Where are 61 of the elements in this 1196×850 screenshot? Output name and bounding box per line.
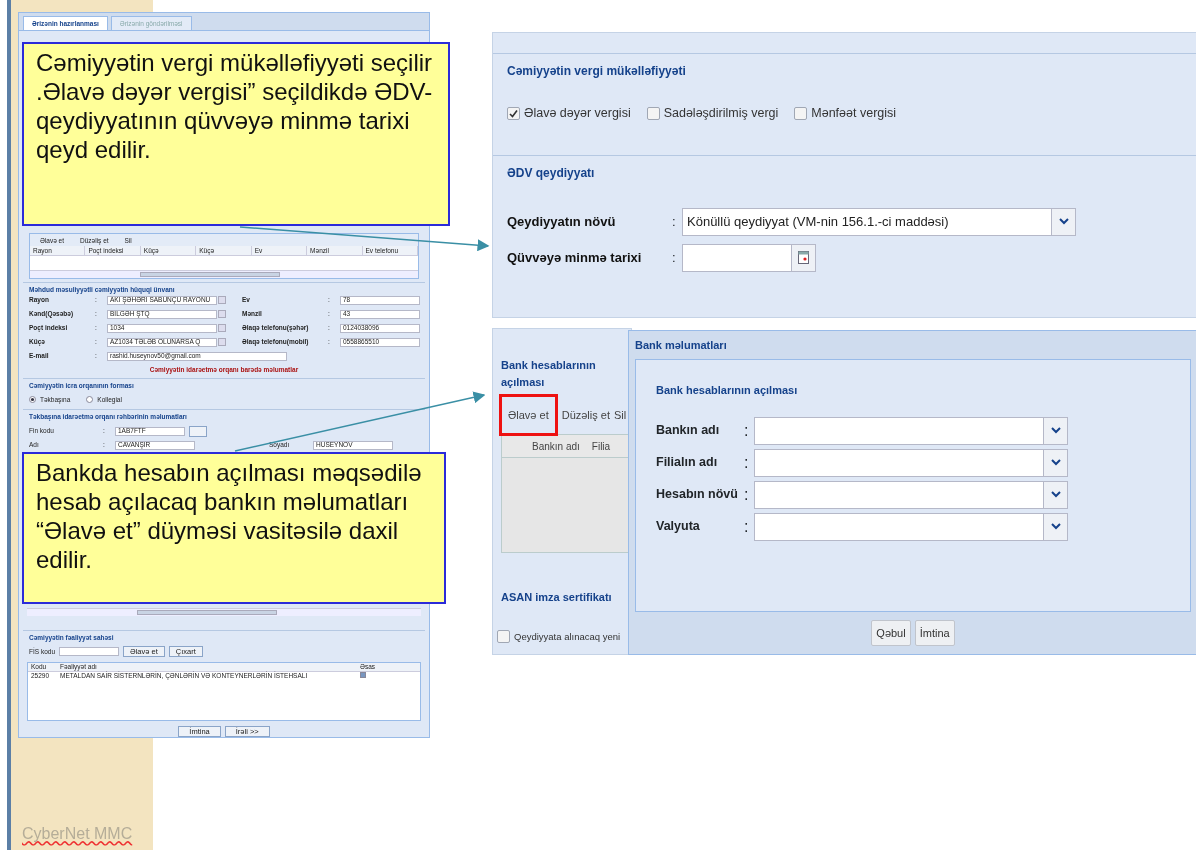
dropdown-field[interactable] (754, 448, 1044, 477)
checkbox-label: Əlavə dəyər vergisi (524, 105, 631, 122)
checkbox[interactable] (794, 106, 808, 120)
section-legend: ƏDV qeydiyyatı (507, 163, 1183, 182)
dropdown-trigger[interactable] (1044, 512, 1068, 541)
footer-text: CyberNet MMC (22, 824, 133, 844)
field-label: Filialın adı (656, 454, 719, 472)
scrollbar-thumb[interactable] (137, 610, 277, 616)
chevron-icon (1058, 218, 1069, 226)
callout-note: Bankda hesabın açılması məqsədilə hesab açılacaq bankın məlumatları “Əlavə et” düyməsi vasitəsilə daxil edilir. (22, 452, 446, 604)
chevron-icon (1050, 427, 1061, 434)
dropdown-trigger[interactable] (1044, 448, 1068, 477)
checkbox-label: Mənfəət vergisi (811, 105, 897, 122)
checkbox-label: Qeydiyyata alınacaq yeni (514, 629, 621, 644)
toolbar-button[interactable]: Düzəliş et (561, 406, 610, 424)
section-legend: Bank hesablarının açılması (656, 382, 1170, 399)
field-label: Bankın adı (656, 422, 721, 440)
colon-text: : (672, 213, 677, 231)
field-label: Qüvvəyə minmə tarixi (507, 249, 643, 267)
dropdown-trigger[interactable] (1052, 207, 1076, 236)
chevron-icon (1050, 491, 1061, 498)
section-legend: Bank hesablarının açılması (493, 357, 631, 390)
calendar-icon (798, 251, 809, 265)
field-label: Hesabın növü (656, 486, 739, 504)
radio-button[interactable] (86, 396, 94, 403)
colon-text: : (744, 484, 750, 505)
colon-text: : (744, 516, 750, 537)
section-legend: ASAN imza sertifikatı (493, 589, 631, 606)
callout-note: Cəmiyyətin vergi mükəlləfiyyəti seçilir .Əlavə dəyər vergisi” seçildikdə ƏDV-qeydiyyatının qüvvəyə minmə tarixi qeyd edilir. (22, 42, 450, 226)
chevron-icon (1050, 459, 1061, 466)
colon-text: : (744, 452, 750, 473)
input-field[interactable] (59, 647, 119, 657)
checkbox[interactable] (646, 106, 660, 120)
date-field[interactable] (682, 243, 792, 272)
radio-button[interactable] (29, 396, 36, 403)
dropdown-trigger[interactable] (1044, 480, 1068, 509)
column-header: Filia (591, 439, 611, 454)
dialog-button[interactable]: İmtina (914, 619, 955, 646)
field-label: Valyuta (656, 518, 701, 536)
checkbox-label: Sadələşdirilmiş vergi (663, 105, 779, 122)
dropdown-trigger[interactable] (1044, 416, 1068, 445)
colon-text: : (672, 249, 677, 267)
checkbox[interactable] (497, 630, 510, 644)
dialog-button[interactable]: Qəbul (871, 619, 911, 646)
dialog-title: Bank məlumatları (634, 337, 728, 353)
dropdown-field[interactable] (754, 416, 1044, 445)
lookup-button[interactable] (189, 425, 207, 437)
chevron-icon (1050, 523, 1061, 530)
dropdown-field[interactable]: Könüllü qeydiyyat (VM-nin 156.1.-ci maddəsi) (682, 207, 1052, 236)
section-legend: Cəmiyyətin vergi mükəlləfiyyəti (507, 62, 1183, 80)
checkbox[interactable] (360, 672, 366, 679)
toolbar-button[interactable]: Sil (614, 406, 627, 424)
field-label: Qeydiyyatın növü (507, 213, 617, 231)
scrollbar-thumb[interactable] (140, 272, 280, 278)
column-header: Bankın adı (532, 439, 580, 454)
date-picker-button[interactable] (792, 243, 816, 272)
checkbox[interactable] (507, 106, 520, 120)
dropdown-field[interactable] (754, 480, 1044, 509)
toolbar-button[interactable]: Əlavə et (499, 393, 558, 437)
colon-text: : (744, 420, 750, 441)
dropdown-field[interactable] (754, 512, 1044, 541)
